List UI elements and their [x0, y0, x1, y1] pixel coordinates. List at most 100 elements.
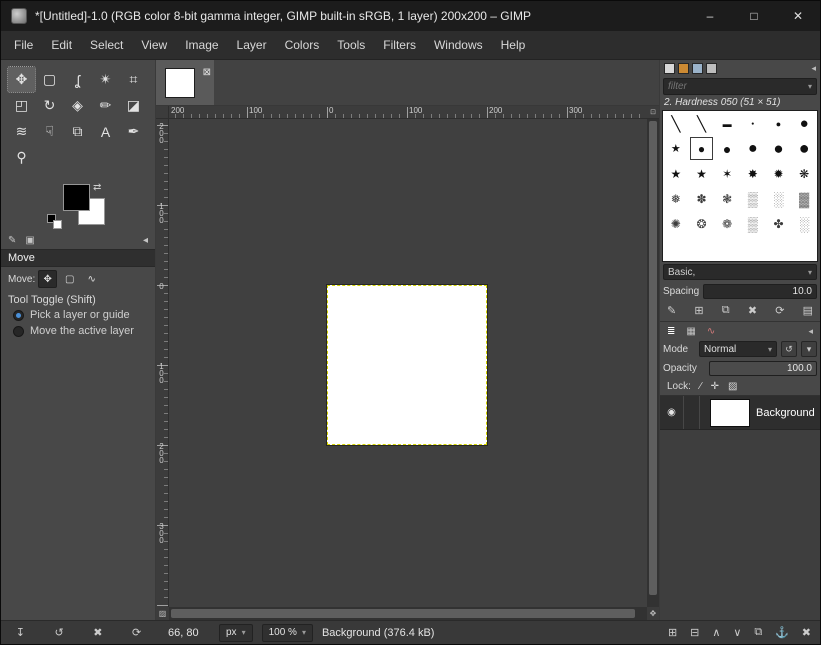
foreground-color-swatch[interactable]	[63, 184, 90, 211]
radio-move-active[interactable]: Move the active layer	[1, 323, 155, 339]
eraser-tool-icon[interactable]: ◪	[120, 93, 147, 118]
menu-filters[interactable]: Filters	[374, 31, 425, 59]
move-path-button[interactable]: ∿	[82, 270, 101, 288]
edit-brush-icon[interactable]: ✎	[667, 304, 676, 317]
rotate-tool-icon[interactable]: ↻	[36, 93, 63, 118]
save-tool-preset-icon[interactable]: ↧	[16, 626, 25, 639]
layer-row-background[interactable]: ◉ Background	[660, 396, 820, 430]
horizontal-scrollbar-thumb[interactable]	[171, 609, 635, 618]
lock-alpha-icon[interactable]: ▨	[728, 381, 737, 392]
navigation-icon[interactable]: ✥	[647, 607, 659, 620]
patterns-tab-icon[interactable]	[678, 63, 689, 74]
menu-layer[interactable]: Layer	[228, 31, 276, 59]
mode-select[interactable]: Normal ▾	[699, 341, 777, 357]
image-tab-close-icon[interactable]: ⊠	[203, 67, 211, 78]
raise-layer-icon[interactable]: ∧	[712, 626, 720, 639]
brush-cell[interactable]: ●	[791, 136, 817, 161]
align-tool-icon[interactable]: ◰	[8, 93, 35, 118]
close-button[interactable]: ✕	[776, 1, 820, 31]
image-tab-thumbnail[interactable]	[165, 67, 195, 98]
brush-tag-select[interactable]: Basic, ▾	[663, 264, 817, 280]
refresh-brushes-icon[interactable]: ⟳	[775, 304, 784, 317]
brush-cell[interactable]: ❁	[714, 211, 740, 236]
brush-cell[interactable]: ▒	[740, 211, 766, 236]
brush-cell[interactable]: ╲	[689, 111, 715, 136]
brush-cell[interactable]: ❂	[689, 211, 715, 236]
new-brush-icon[interactable]: ⊞	[694, 304, 703, 317]
layer-thumbnail[interactable]	[710, 398, 750, 427]
lower-layer-icon[interactable]: ∨	[733, 626, 741, 639]
brush-cell[interactable]: ●	[791, 111, 817, 136]
vertical-scrollbar[interactable]	[647, 119, 659, 607]
clone-tool-icon[interactable]: ⧉	[64, 119, 91, 144]
menu-edit[interactable]: Edit	[42, 31, 81, 59]
mode-switch-button[interactable]: ↺	[781, 341, 797, 357]
brush-cell[interactable]: ★	[689, 161, 715, 186]
brush-filter-input[interactable]	[668, 81, 808, 92]
free-select-tool-icon[interactable]: ʆ	[64, 67, 91, 92]
menu-select[interactable]: Select	[81, 31, 132, 59]
default-colors-icon[interactable]	[47, 214, 62, 229]
lock-position-icon[interactable]: ✛	[711, 381, 719, 392]
reset-tool-options-icon[interactable]: ⟳	[132, 626, 141, 639]
brush-cell[interactable]: ●	[740, 111, 766, 136]
menu-image[interactable]: Image	[176, 31, 227, 59]
brush-cell[interactable]: ●	[714, 136, 740, 161]
menu-view[interactable]: View	[132, 31, 176, 59]
document-history-tab-icon[interactable]	[706, 63, 717, 74]
brush-cell[interactable]: ▒	[740, 186, 766, 211]
new-layer-group-icon[interactable]: ⊟	[690, 626, 699, 639]
brush-cell[interactable]: ❋	[791, 161, 817, 186]
brush-cell[interactable]: ✶	[714, 161, 740, 186]
brush-cell-selected[interactable]: ●	[689, 136, 715, 161]
brush-cell[interactable]: ●	[766, 111, 792, 136]
swap-colors-icon[interactable]: ⇄	[93, 182, 101, 193]
vertical-scrollbar-thumb[interactable]	[649, 121, 657, 595]
dock-collapse-icon[interactable]: ◂	[811, 63, 816, 74]
fonts-tab-icon[interactable]	[692, 63, 703, 74]
rectangle-select-tool-icon[interactable]: ▢	[36, 67, 63, 92]
opacity-slider[interactable]: 100.0	[709, 361, 817, 376]
zoom-follow-window-toggle-icon[interactable]: ⊡	[647, 106, 659, 119]
brush-cell[interactable]: ░	[791, 211, 817, 236]
radio-move-active-control[interactable]	[13, 325, 24, 337]
brush-cell[interactable]: ❅	[663, 186, 689, 211]
anchor-layer-icon[interactable]: ⚓	[775, 626, 789, 639]
brush-cell[interactable]: ●	[766, 136, 792, 161]
move-layer-button[interactable]: ✥	[38, 270, 58, 288]
image-layer[interactable]	[327, 285, 487, 445]
quick-mask-toggle-icon[interactable]: ▨	[156, 607, 169, 620]
minimize-button[interactable]: –	[688, 1, 732, 31]
vertical-ruler[interactable]: 200 100 0 100 200 300	[156, 119, 169, 607]
filter-dropdown-icon[interactable]: ▾	[808, 82, 812, 91]
radio-pick-layer[interactable]: Pick a layer or guide	[1, 307, 155, 323]
duplicate-brush-icon[interactable]: ⧉	[722, 304, 730, 317]
channels-tab-icon[interactable]: ▦	[686, 326, 695, 337]
restore-tool-preset-icon[interactable]: ↺	[55, 626, 64, 639]
horizontal-ruler[interactable]: 200 100 0 100 200 300	[169, 106, 647, 119]
zoom-tool-icon[interactable]: ⚲	[8, 145, 35, 170]
lock-pixels-icon[interactable]: ∕	[700, 381, 702, 392]
delete-tool-preset-icon[interactable]: ✖	[93, 626, 102, 639]
brushes-tab-icon[interactable]	[664, 63, 675, 74]
brush-cell[interactable]: ★	[663, 136, 689, 161]
brush-cell[interactable]: ✸	[740, 161, 766, 186]
crop-tool-icon[interactable]: ⌗	[120, 67, 147, 92]
layer-chain-cell[interactable]	[684, 396, 700, 429]
brush-cell[interactable]: ✺	[663, 211, 689, 236]
brush-cell[interactable]: ✽	[689, 186, 715, 211]
mode-menu-button[interactable]: ▾	[801, 341, 817, 357]
brush-cell[interactable]: ●	[740, 136, 766, 161]
menu-tools[interactable]: Tools	[328, 31, 374, 59]
airbrush-tool-icon[interactable]: ≋	[8, 119, 35, 144]
menu-file[interactable]: File	[5, 31, 42, 59]
ink-tool-icon[interactable]: ✒	[120, 119, 147, 144]
brush-cell[interactable]: ░	[766, 186, 792, 211]
dock-collapse-icon[interactable]: ◂	[143, 235, 148, 246]
brush-cell[interactable]: ╲	[663, 111, 689, 136]
delete-layer-icon[interactable]: ✖	[802, 626, 811, 639]
layer-visibility-eye-icon[interactable]: ◉	[660, 396, 684, 429]
spacing-slider[interactable]: 10.0	[703, 284, 817, 299]
dock-collapse-icon[interactable]: ◂	[808, 326, 813, 337]
brush-cell[interactable]: ▬	[714, 111, 740, 136]
